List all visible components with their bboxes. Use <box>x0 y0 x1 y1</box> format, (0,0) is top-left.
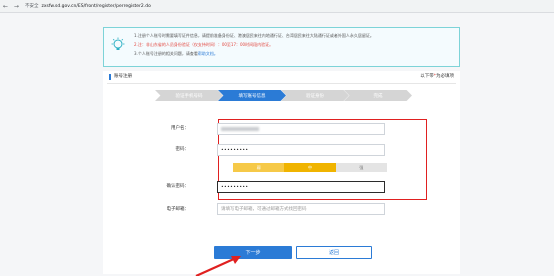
email-placeholder: 请填写电子邮箱，可通过邮箱方式找回密码 <box>221 207 307 212</box>
step-progress: 验证手机号码 填写账号信息 验证身份 完成 <box>155 90 412 101</box>
email-input[interactable]: 请填写电子邮箱，可通过邮箱方式找回密码 <box>217 203 385 215</box>
browser-toolbar: ← → 不安全 zxsfw.sd.gov.cn/ES/front/registe… <box>0 0 554 13</box>
notice-line-1: 1.注册个人账号时需要填写证件信息，请提前准备身份证、港澳居民来往内地通行证、台… <box>134 33 374 38</box>
address-bar[interactable]: zxsfw.sd.gov.cn/ES/front/register/perreg… <box>41 4 150 9</box>
notice-line-2: 2.注：非山东省的人员身份验证（仅支持时间）：00至17：00时间段内验证。 <box>134 42 274 47</box>
strength-strong: 强 <box>335 163 387 172</box>
back-button[interactable]: 返回 <box>296 246 372 259</box>
confirm-password-label: 确认密码： <box>166 184 190 189</box>
username-input[interactable] <box>217 123 385 135</box>
help-doc-link[interactable]: 帮助文档。 <box>198 51 218 56</box>
step-fill-account: 填写账号信息 <box>218 90 286 101</box>
step-verify-phone: 验证手机号码 <box>155 90 223 101</box>
notice-line-3-text: 3.个人账号注册的相关问题，请查看 <box>134 51 198 56</box>
required-hint-suffix: 为必填项 <box>436 74 454 79</box>
notice-panel: 1.注册个人账号时需要填写证件信息，请提前准备身份证、港澳居民来往内地通行证、台… <box>103 27 460 67</box>
security-indicator[interactable]: 不安全 <box>25 3 39 9</box>
strength-weak: 弱 <box>233 163 285 172</box>
password-value: ••••••••• <box>221 147 249 153</box>
next-step-button[interactable]: 下一步 <box>214 246 292 259</box>
strength-medium: 中 <box>284 163 336 172</box>
notice-line-3: 3.个人账号注册的相关问题，请查看帮助文档。 <box>134 52 218 56</box>
confirm-password-input[interactable]: ••••••••• <box>217 181 385 193</box>
step-complete: 完成 <box>344 90 412 101</box>
email-label: 电子邮箱： <box>166 207 190 212</box>
password-strength-meter: 弱 中 强 <box>233 163 387 172</box>
card-title: 账号注册 <box>109 74 132 80</box>
step-verify-identity: 验证身份 <box>281 90 349 101</box>
required-hint: 以下带*为必填项 <box>420 74 454 80</box>
username-label: 用户名： <box>171 126 189 131</box>
password-label: 密码： <box>175 147 190 152</box>
lightbulb-icon <box>111 37 125 50</box>
browser-nav-arrows[interactable]: ← → <box>3 3 21 10</box>
username-value-redacted <box>221 127 259 131</box>
required-hint-prefix: 以下带 <box>420 74 434 79</box>
divider <box>107 83 456 84</box>
confirm-password-value: ••••••••• <box>221 184 249 190</box>
password-input[interactable]: ••••••••• <box>217 144 385 156</box>
